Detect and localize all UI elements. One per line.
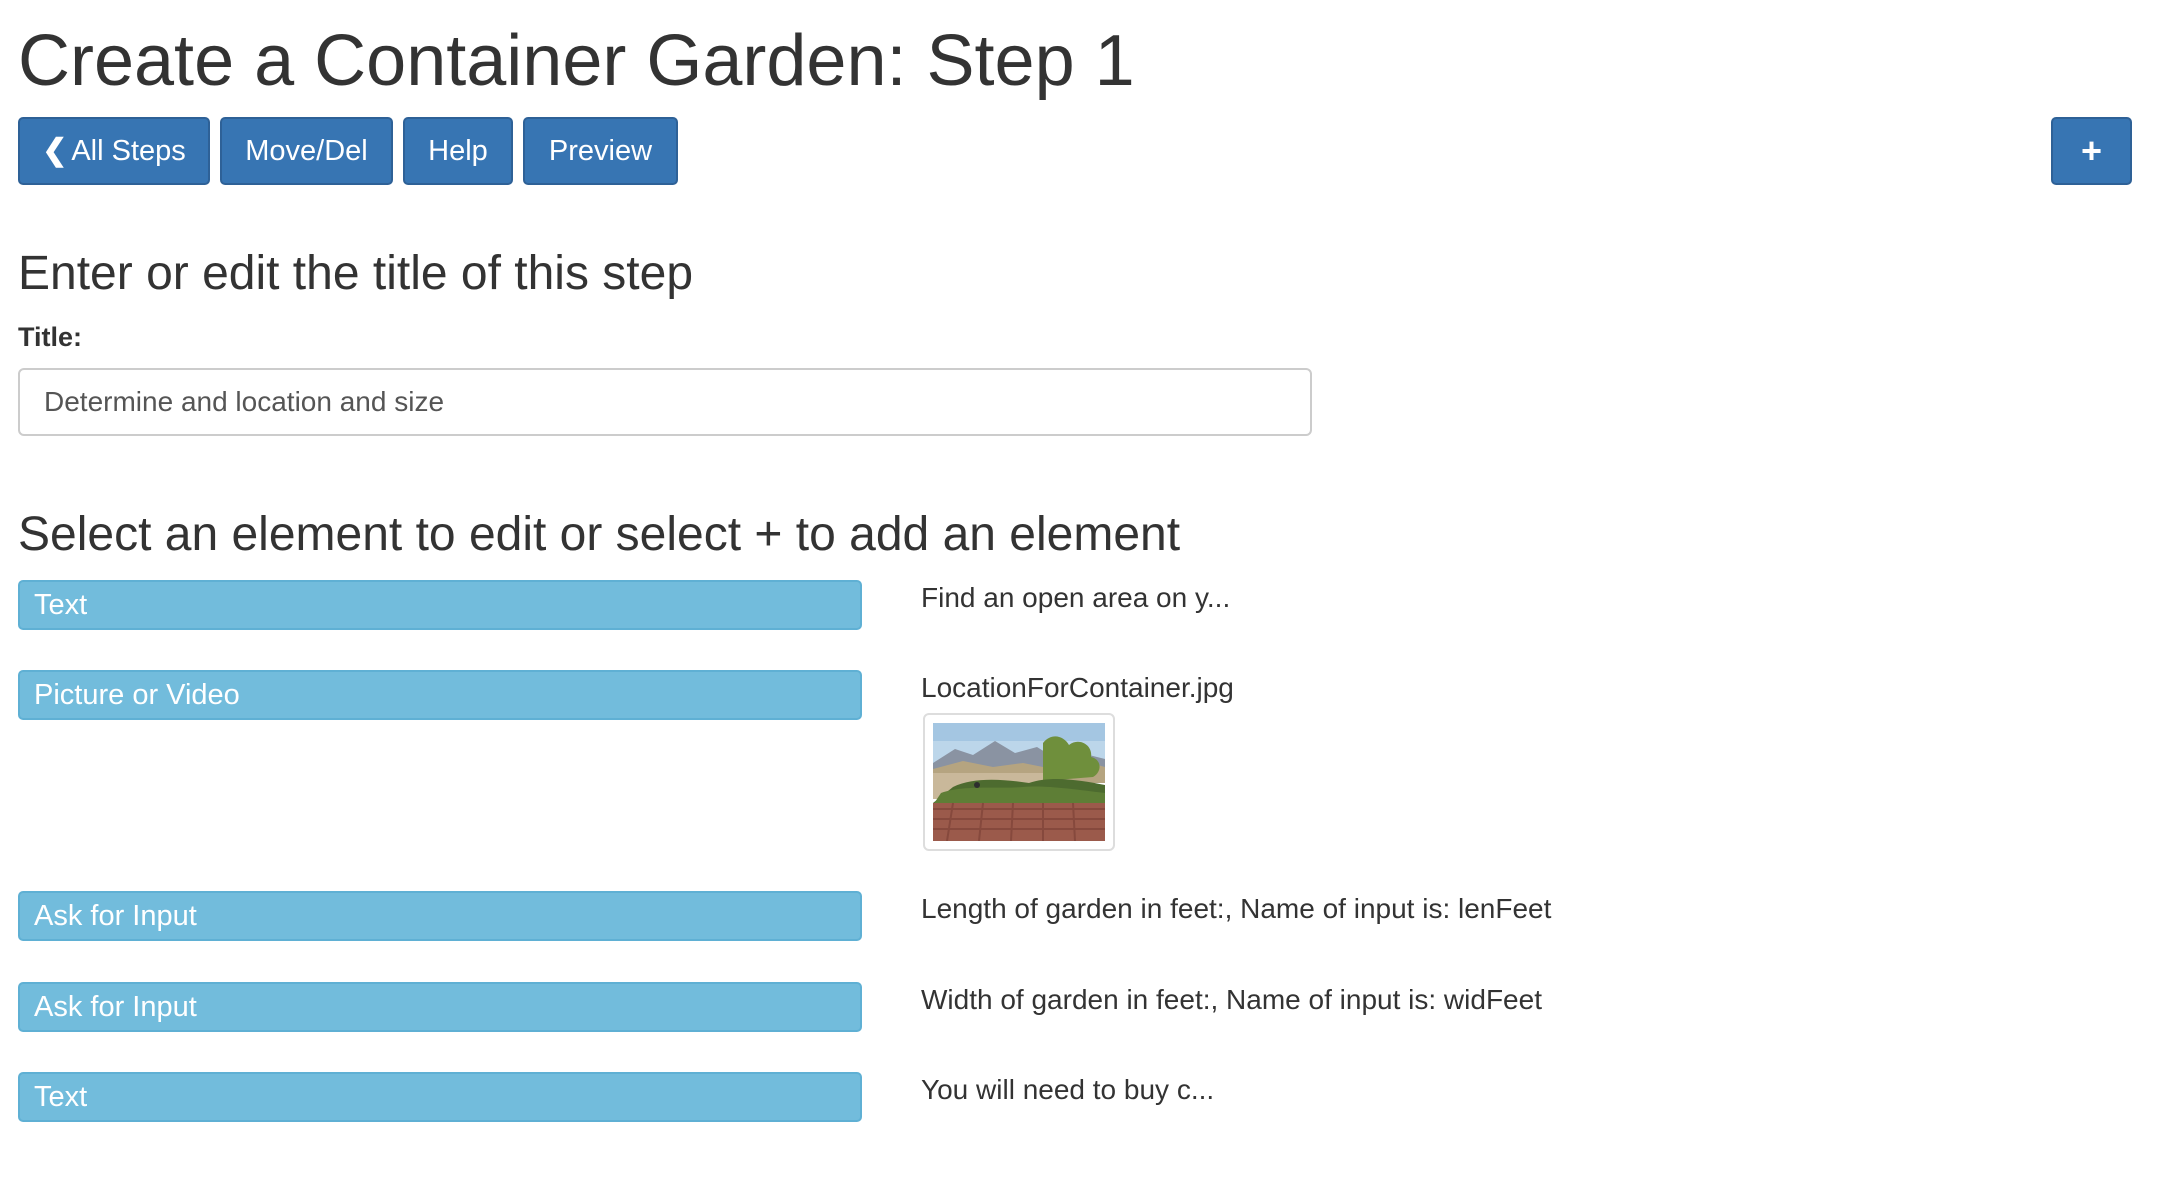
title-field-label: Title: [18, 322, 83, 352]
element-button-input-length[interactable]: Ask for Input [18, 891, 862, 941]
element-description: You will need to buy c... [921, 1074, 1215, 1105]
element-description: LocationForContainer.jpg [921, 672, 1234, 703]
preview-button[interactable]: Preview [523, 117, 678, 185]
element-button-input-width[interactable]: Ask for Input [18, 982, 862, 1032]
move-delete-button[interactable]: Move/Del [220, 117, 393, 185]
title-section-heading: Enter or edit the title of this step [18, 247, 694, 300]
plus-icon: + [2080, 130, 2103, 171]
page-title: Create a Container Garden: Step 1 [18, 21, 1135, 101]
chevron-left-icon: ❮ [42, 134, 68, 167]
help-button[interactable]: Help [403, 117, 513, 185]
image-thumbnail[interactable] [923, 713, 1115, 851]
add-element-button[interactable]: + [2051, 117, 2132, 185]
elements-section-heading: Select an element to edit or select + to… [18, 508, 1181, 561]
element-description: Find an open area on y... [921, 582, 1231, 613]
element-description: Width of garden in feet:, Name of input … [921, 984, 1542, 1015]
element-button-text[interactable]: Text [18, 580, 862, 630]
element-description: Length of garden in feet:, Name of input… [921, 893, 1552, 924]
all-steps-button[interactable]: ❮ All Steps [18, 117, 210, 185]
step-title-input[interactable] [18, 368, 1312, 436]
location-photo [933, 723, 1105, 841]
all-steps-label: All Steps [71, 135, 186, 167]
element-button-picture[interactable]: Picture or Video [18, 670, 862, 720]
element-button-text[interactable]: Text [18, 1072, 862, 1122]
